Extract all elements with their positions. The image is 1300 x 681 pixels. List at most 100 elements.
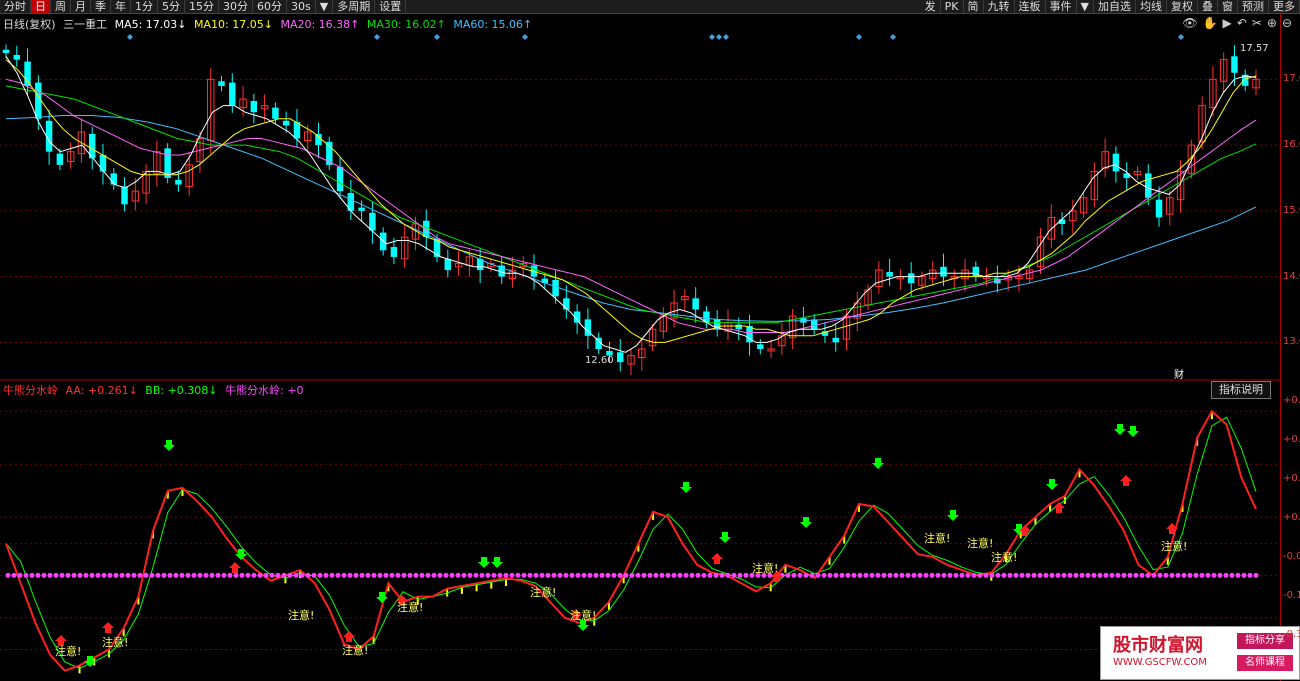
watershed-dot <box>617 572 623 578</box>
watershed-dot <box>1187 572 1193 578</box>
watershed-dot <box>1181 572 1187 578</box>
finance-marker[interactable]: 财 <box>1174 366 1184 381</box>
watershed-dot <box>563 572 569 578</box>
watershed-dot <box>929 572 935 578</box>
price-axis-label: 14.00 <box>1283 270 1300 282</box>
watershed-dot <box>299 572 305 578</box>
watershed-dot <box>941 572 947 578</box>
watershed-dot <box>1049 572 1055 578</box>
watershed-dot <box>65 572 71 578</box>
watermark-badge-2: 名师课程 <box>1237 655 1293 671</box>
watershed-dot <box>1115 572 1121 578</box>
watershed-dot <box>251 572 257 578</box>
watershed-dot <box>1007 572 1013 578</box>
watershed-dot <box>227 572 233 578</box>
watershed-dot <box>1229 572 1235 578</box>
event-diamond-marker <box>522 34 528 40</box>
watershed-dot <box>359 572 365 578</box>
candle-body <box>56 153 64 165</box>
sell-arrow-icon <box>680 482 692 493</box>
watershed-dot <box>113 572 119 578</box>
watershed-dot <box>797 572 803 578</box>
watershed-dot <box>1169 572 1175 578</box>
watershed-dot <box>1109 572 1115 578</box>
candle-body <box>940 266 947 277</box>
price-axis-label: 16.00 <box>1283 139 1300 151</box>
high-price-label: 17.57 <box>1240 43 1269 54</box>
watershed-dot <box>911 572 917 578</box>
indicator-explain-button[interactable]: 指标说明 <box>1211 381 1271 399</box>
indicator-axis-label: +0.4 <box>1283 434 1300 445</box>
watershed-dot <box>1193 572 1199 578</box>
candle-body <box>121 186 128 205</box>
watershed-dot <box>191 572 197 578</box>
watershed-dot <box>1103 572 1109 578</box>
watershed-dot <box>827 572 833 578</box>
watershed-dot <box>131 572 137 578</box>
watershed-dot <box>329 572 335 578</box>
watershed-dot <box>713 572 719 578</box>
event-diamond-marker <box>856 34 862 40</box>
indicator-title[interactable]: 牛熊分水岭 <box>3 384 58 397</box>
candle-body <box>1112 153 1120 172</box>
watershed-dot <box>1253 572 1259 578</box>
sell-arrow-icon <box>1114 424 1126 435</box>
candle-body <box>1231 56 1238 73</box>
watershed-dot <box>263 572 269 578</box>
kline-chart[interactable]: 注意!注意!注意!注意!注意!注意!注意!注意!注意! 注意!注意!注意! <box>0 0 1280 681</box>
watershed-dot <box>239 572 245 578</box>
watershed-dot <box>863 572 869 578</box>
indicator-bb-line <box>5 416 1257 669</box>
watershed-dot <box>173 572 179 578</box>
watershed-dot <box>1073 572 1079 578</box>
watershed-dot <box>1157 572 1163 578</box>
watershed-dot <box>29 572 35 578</box>
ma5-line <box>5 56 1257 353</box>
watershed-dot <box>1037 572 1043 578</box>
watershed-dot <box>923 572 929 578</box>
watershed-dot <box>719 572 725 578</box>
candle-body <box>444 258 452 271</box>
attention-label: 注意! <box>1161 539 1187 553</box>
watershed-dot <box>347 572 353 578</box>
watershed-dot <box>623 572 629 578</box>
watershed-dot <box>1199 572 1205 578</box>
watershed-dot <box>11 572 17 578</box>
watershed-dot <box>1133 572 1139 578</box>
watershed-dot <box>689 572 695 578</box>
event-diamond-marker <box>434 34 440 40</box>
watershed-dot <box>335 572 341 578</box>
watermark-title: 股市财富网 <box>1113 635 1203 656</box>
watershed-dot <box>785 572 791 578</box>
sell-arrow-icon <box>491 557 503 568</box>
attention-label: 注意! <box>924 531 950 545</box>
candle-body <box>315 133 322 146</box>
watershed-dot <box>281 572 287 578</box>
watershed-dot <box>47 572 53 578</box>
watershed-dot <box>71 572 77 578</box>
watershed-dot <box>959 572 965 578</box>
buy-arrow-icon <box>1053 502 1065 513</box>
watershed-dot <box>893 572 899 578</box>
watershed-dot <box>791 572 797 578</box>
watershed-dot <box>671 572 677 578</box>
watershed-dot <box>431 572 437 578</box>
candle-body <box>13 54 21 60</box>
buy-arrow-icon <box>1120 475 1132 486</box>
sell-arrow-icon <box>1127 426 1139 437</box>
watershed-dot <box>371 572 377 578</box>
candle-body <box>282 120 290 126</box>
watershed-dot <box>743 572 749 578</box>
watershed-dot <box>881 572 887 578</box>
candle-body <box>757 344 764 349</box>
watershed-dot <box>179 572 185 578</box>
event-diamond-marker <box>374 34 380 40</box>
candle-body <box>229 82 236 106</box>
watershed-dot <box>665 572 671 578</box>
watershed-dot <box>1097 572 1103 578</box>
watershed-dot <box>845 572 851 578</box>
watershed-dot <box>419 572 425 578</box>
watershed-dot <box>473 572 479 578</box>
indicator-aa-line <box>5 409 1257 672</box>
watershed-dot <box>611 572 617 578</box>
